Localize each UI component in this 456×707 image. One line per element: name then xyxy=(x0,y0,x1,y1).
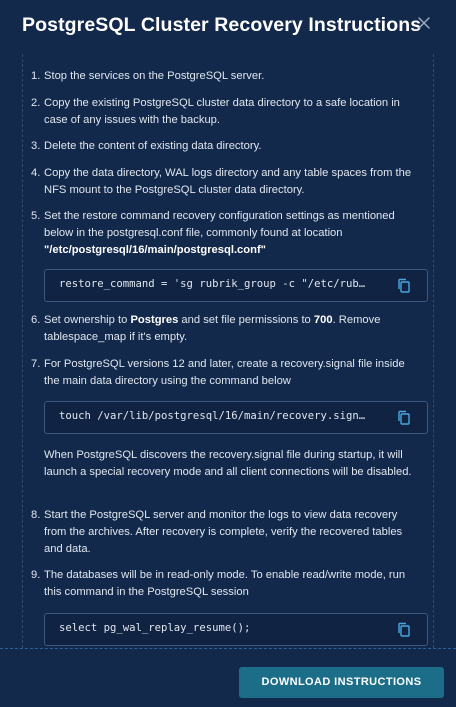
step-text: The databases will be in read-only mode.… xyxy=(44,569,406,598)
restore-command-code[interactable]: restore_command = 'sg rubrik_group -c "/… xyxy=(59,278,371,290)
step-number: 1. xyxy=(31,70,41,82)
dialog-title: PostgreSQL Cluster Recovery Instructions xyxy=(22,14,422,36)
step-text: Copy the existing PostgreSQL cluster dat… xyxy=(44,97,400,126)
step-number: 4. xyxy=(31,167,41,179)
step-text: Set the restore command recovery configu… xyxy=(44,208,420,259)
step-text: For PostgreSQL versions 12 and later, cr… xyxy=(44,358,405,387)
owner-name: Postgres xyxy=(130,314,179,326)
permissions-value: 700 xyxy=(313,314,333,326)
copy-icon[interactable] xyxy=(397,410,411,426)
step-text-part: Set the restore command recovery configu… xyxy=(44,210,395,239)
step-text: Start the PostgreSQL server and monitor … xyxy=(44,509,403,555)
dialog-header: PostgreSQL Cluster Recovery Instructions xyxy=(0,0,456,54)
step-number: 3. xyxy=(31,140,41,152)
code-block: restore_command = 'sg rubrik_group -c "/… xyxy=(44,269,428,302)
step-number: 8. xyxy=(31,509,41,521)
copy-icon[interactable] xyxy=(397,278,411,294)
step-text-part: Set ownership to xyxy=(44,314,131,326)
close-icon[interactable] xyxy=(416,15,432,31)
step-text-part: and set file permissions to xyxy=(178,314,314,326)
touch-command-code[interactable]: touch /var/lib/postgresql/16/main/recove… xyxy=(59,410,371,422)
step-number: 5. xyxy=(31,210,41,222)
step-text: Delete the content of existing data dire… xyxy=(44,140,262,152)
step-number: 9. xyxy=(31,569,41,581)
step-number: 7. xyxy=(31,358,41,370)
download-instructions-button[interactable]: DOWNLOAD INSTRUCTIONS xyxy=(239,667,444,698)
code-block: select pg_wal_replay_resume(); xyxy=(44,613,428,646)
step-text: Stop the services on the PostgreSQL serv… xyxy=(44,70,265,82)
code-block: touch /var/lib/postgresql/16/main/recove… xyxy=(44,401,428,434)
resume-command-code[interactable]: select pg_wal_replay_resume(); xyxy=(59,622,371,634)
step-text: Copy the data directory, WAL logs direct… xyxy=(44,167,412,196)
footer-divider xyxy=(0,648,456,649)
step-text: Set ownership to Postgres and set file p… xyxy=(44,312,420,346)
copy-icon[interactable] xyxy=(397,622,411,638)
step-number: 6. xyxy=(31,314,41,326)
step-number: 2. xyxy=(31,97,41,109)
instructions-scroll-area[interactable]: 1. Stop the services on the PostgreSQL s… xyxy=(22,54,434,648)
recovery-mode-note: When PostgreSQL discovers the recovery.s… xyxy=(44,449,412,478)
config-path: "/etc/postgresql/16/main/postgresql.conf… xyxy=(44,244,266,256)
recovery-dialog: PostgreSQL Cluster Recovery Instructions… xyxy=(0,0,456,707)
